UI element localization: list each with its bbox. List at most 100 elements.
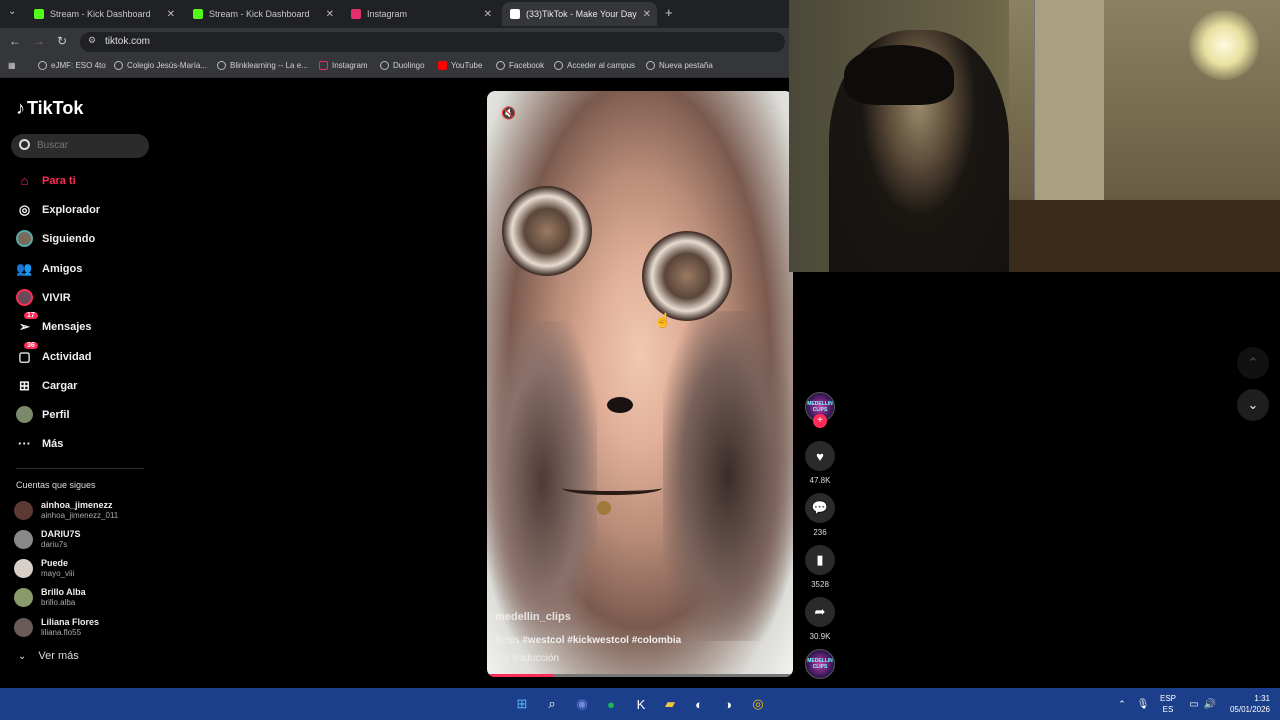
clock-date: 05/01/2026 bbox=[1229, 705, 1270, 714]
sound-avatar-button[interactable]: MEDELLIN CLIPS bbox=[805, 649, 835, 679]
bookmarks-bar: ▦ eJMF: ESO 4to Colegio Jesús-María... B… bbox=[0, 56, 790, 78]
obs-icon[interactable]: ◐ bbox=[691, 696, 707, 712]
share-button[interactable]: ➦ 30.9K bbox=[805, 597, 835, 641]
search-icon[interactable]: ⌕ bbox=[544, 696, 560, 712]
language-indicator[interactable]: ESP ES bbox=[1160, 693, 1176, 715]
microphone-icon[interactable]: 🎙 bbox=[1135, 696, 1151, 712]
bookmark-item[interactable]: eJMF: ESO 4to bbox=[38, 61, 106, 70]
bookmark-item[interactable]: Acceder al campus bbox=[554, 61, 635, 70]
nav-mensajes[interactable]: ➢ 17 Mensajes bbox=[16, 312, 92, 335]
chevron-up-icon: ⌃ bbox=[1247, 355, 1259, 370]
nav-mas[interactable]: ··· Más bbox=[16, 435, 63, 452]
close-tab-icon[interactable]: ✕ bbox=[643, 9, 651, 20]
globe-icon bbox=[646, 61, 655, 70]
nav-actividad[interactable]: ▢ 36 Actividad bbox=[16, 342, 92, 365]
nav-para-ti[interactable]: ⌂ Para ti bbox=[16, 172, 76, 189]
display-icon[interactable]: ▭ bbox=[1186, 696, 1202, 712]
nav-vivir[interactable]: VIVIR bbox=[16, 289, 71, 306]
browser-tab-tiktok[interactable]: (33)TikTok - Make Your Day ✕ bbox=[502, 2, 657, 26]
address-bar-row: ← → ↻ ⚙ tiktok.com bbox=[0, 28, 790, 56]
following-account[interactable]: Puede mayo_viii bbox=[14, 558, 74, 579]
caption-text: Besis bbox=[495, 635, 520, 646]
comment-button[interactable]: 💬 236 bbox=[805, 493, 835, 537]
like-button[interactable]: ♥ 47.8K bbox=[805, 441, 835, 485]
bookmark-label: Acceder al campus bbox=[567, 61, 636, 70]
video-frame-detail bbox=[663, 311, 793, 641]
search-input[interactable]: Buscar bbox=[11, 134, 149, 158]
nav-siguiendo[interactable]: Siguiendo bbox=[16, 230, 95, 247]
search-icon bbox=[19, 139, 30, 150]
previous-video-button[interactable]: ⌃ bbox=[1237, 347, 1269, 379]
app-icon[interactable]: ◑ bbox=[720, 696, 736, 712]
bookmark-label: Instagram bbox=[332, 61, 368, 70]
video-player[interactable]: 🔇 ··· medellin_clips Besis #westcol #kic… bbox=[487, 91, 793, 677]
browser-tab-kick-1[interactable]: Stream - Kick Dashboard ✕ bbox=[26, 2, 181, 26]
bookmark-item[interactable]: YouTube bbox=[438, 61, 482, 70]
video-author[interactable]: medellin_clips bbox=[495, 611, 571, 623]
messages-icon: ➢ 17 bbox=[16, 312, 38, 335]
bookmark-item[interactable]: Blinklearning -- La e... bbox=[217, 61, 308, 70]
see-more-button[interactable]: ⌄ Ver más bbox=[18, 650, 79, 662]
browser-tab-instagram[interactable]: Instagram ✕ bbox=[343, 2, 498, 26]
url-input[interactable]: ⚙ tiktok.com bbox=[80, 32, 785, 52]
nav-label: VIVIR bbox=[42, 291, 71, 304]
chevron-up-icon[interactable]: ⌃ bbox=[1114, 696, 1130, 712]
new-tab-icon[interactable]: + bbox=[665, 5, 673, 20]
following-account[interactable]: DARIU7S dariu7s bbox=[14, 529, 81, 550]
hand-cursor-icon: ☝ bbox=[654, 312, 672, 328]
leopard-ear-filter bbox=[502, 186, 592, 276]
tab-list-icon[interactable]: ⌄ bbox=[8, 6, 16, 17]
account-handle: mayo_viii bbox=[41, 569, 75, 578]
volume-icon[interactable]: 🔊 bbox=[1202, 696, 1218, 712]
tiktok-note-icon: ♪ bbox=[16, 98, 25, 118]
save-button[interactable]: ▮ 3528 bbox=[805, 545, 835, 589]
following-account[interactable]: Liliana Flores liliana.flo55 bbox=[14, 617, 99, 638]
apps-icon[interactable]: ▦ bbox=[8, 61, 16, 70]
close-tab-icon[interactable]: ✕ bbox=[326, 9, 334, 20]
globe-icon bbox=[114, 61, 123, 70]
close-tab-icon[interactable]: ✕ bbox=[167, 9, 175, 20]
following-account[interactable]: Brillo Alba brillo.alba bbox=[14, 587, 86, 608]
nav-perfil[interactable]: Perfil bbox=[16, 406, 70, 423]
video-progress-bar[interactable] bbox=[487, 674, 793, 677]
nav-amigos[interactable]: 👥 Amigos bbox=[16, 260, 82, 277]
bookmark-item[interactable]: Nueva pestaña bbox=[646, 61, 713, 70]
back-icon[interactable]: ← bbox=[9, 34, 21, 48]
windows-start-icon[interactable]: ⊞ bbox=[514, 696, 530, 712]
more-options-icon[interactable]: ··· bbox=[767, 103, 779, 117]
caption-hashtags[interactable]: #westcol #kickwestcol #colombia bbox=[522, 635, 681, 646]
nav-label: Más bbox=[42, 437, 64, 450]
nav-label: Explorador bbox=[42, 203, 101, 216]
translate-link[interactable]: Ver traducción bbox=[495, 653, 559, 664]
discord-icon[interactable]: ◉ bbox=[574, 696, 590, 712]
site-info-icon[interactable]: ⚙ bbox=[88, 35, 96, 46]
kick-app-icon[interactable]: K bbox=[633, 696, 649, 712]
instagram-icon bbox=[351, 9, 361, 19]
clock[interactable]: 1:31 05/01/2026 bbox=[1226, 693, 1270, 715]
following-account[interactable]: ainhoa_jimenezz ainhoa_jimenezz_011 bbox=[14, 500, 118, 521]
bookmark-item[interactable]: Facebook bbox=[496, 61, 544, 70]
tiktok-logo[interactable]: ♪ TikTok bbox=[16, 98, 83, 119]
upload-icon: ⊞ bbox=[19, 377, 30, 393]
nav-cargar[interactable]: ⊞ Cargar bbox=[16, 377, 77, 394]
save-count: 3528 bbox=[811, 580, 829, 589]
tab-title: Stream - Kick Dashboard bbox=[50, 9, 151, 19]
muted-speaker-icon[interactable]: 🔇 bbox=[501, 106, 516, 120]
creator-avatar-button[interactable]: MEDELLIN CLIPS + bbox=[805, 392, 835, 428]
forward-icon[interactable]: → bbox=[33, 34, 45, 48]
bookmark-item[interactable]: Colegio Jesús-María... bbox=[114, 61, 207, 70]
account-handle: liliana.flo55 bbox=[41, 628, 82, 637]
reload-icon[interactable]: ↻ bbox=[57, 34, 67, 48]
browser-tab-kick-2[interactable]: Stream - Kick Dashboard ✕ bbox=[185, 2, 340, 26]
nav-label: Mensajes bbox=[42, 320, 92, 333]
spotify-icon[interactable]: ● bbox=[603, 696, 619, 712]
bookmark-item[interactable]: Instagram bbox=[319, 61, 368, 70]
next-video-button[interactable]: ⌄ bbox=[1237, 389, 1269, 421]
chrome-icon[interactable]: ◎ bbox=[750, 696, 766, 712]
nav-explorador[interactable]: ◎ Explorador bbox=[16, 201, 100, 218]
bookmark-item[interactable]: Duolingo bbox=[380, 61, 425, 70]
account-handle: brillo.alba bbox=[41, 598, 76, 607]
file-explorer-icon[interactable]: ▰ bbox=[662, 696, 678, 712]
follow-plus-icon[interactable]: + bbox=[813, 414, 827, 428]
close-tab-icon[interactable]: ✕ bbox=[484, 9, 492, 20]
